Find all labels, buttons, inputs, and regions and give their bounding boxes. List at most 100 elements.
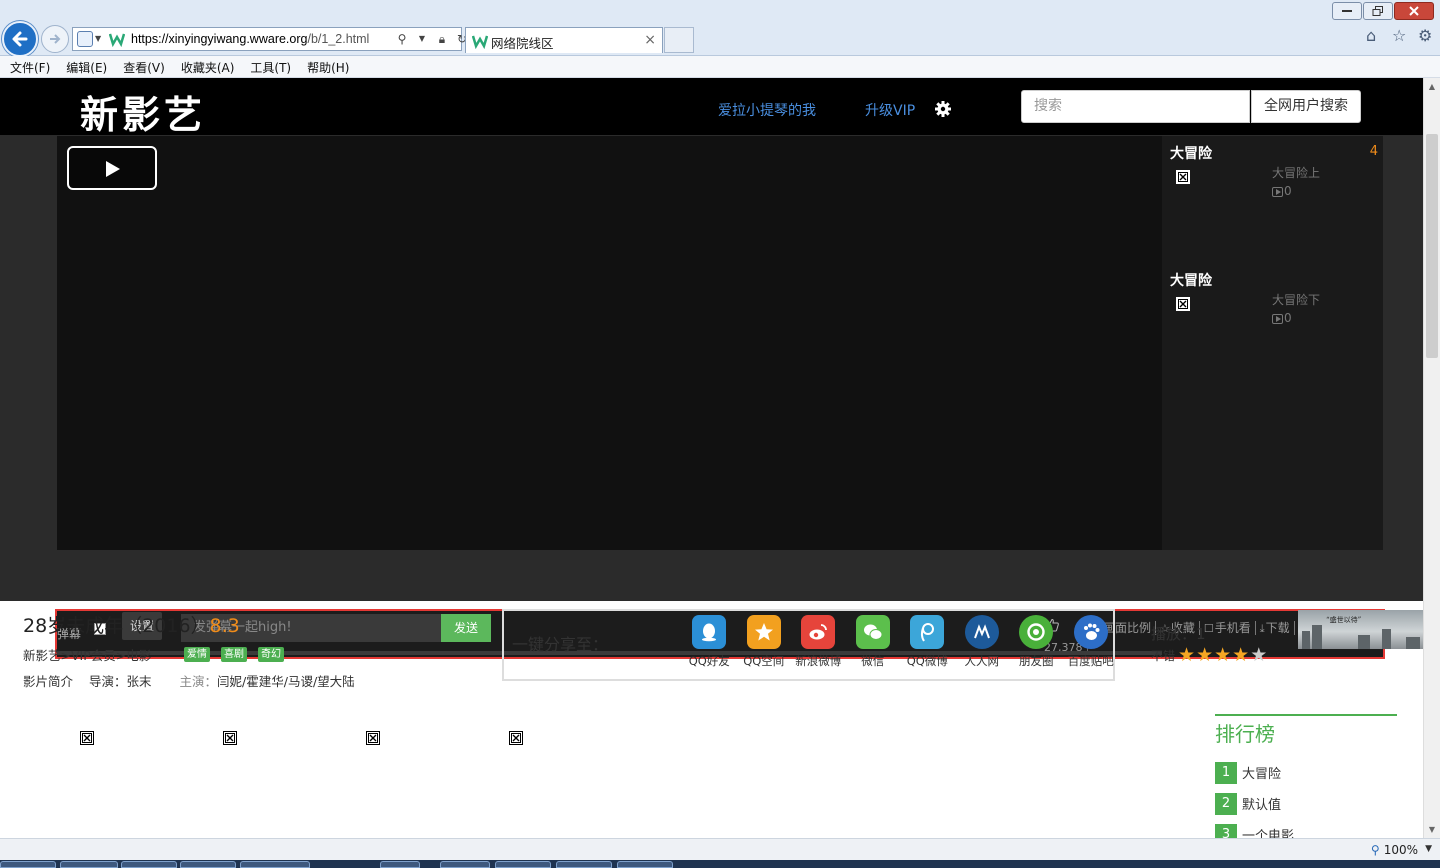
playlist-item-plays: 0	[1272, 311, 1292, 325]
broken-image-icon	[225, 733, 235, 743]
watch-on-phone-button[interactable]: ☐手机看	[1200, 621, 1256, 635]
compat-shield-icon[interactable]	[77, 31, 93, 47]
broken-image-icon[interactable]	[509, 731, 523, 745]
search-input[interactable]: 搜索	[1021, 90, 1250, 123]
menu-edit[interactable]: 编辑(E)	[66, 56, 115, 77]
share-moments[interactable]: 朋友圈	[1009, 615, 1064, 669]
share-qzone[interactable]: QQ空间	[737, 615, 792, 669]
zoom-control[interactable]: ⚲ 100%	[1371, 843, 1418, 857]
rank-name[interactable]: 默认值	[1242, 794, 1281, 813]
menu-favorites[interactable]: 收藏夹(A)	[181, 56, 243, 77]
star-filled-icon[interactable]: ★	[1214, 646, 1231, 665]
scroll-up-icon[interactable]: ▲	[1424, 78, 1440, 95]
genre-tag[interactable]: 爱情	[184, 647, 210, 662]
share-renren[interactable]: 人人网	[955, 615, 1010, 669]
lock-icon[interactable]: 🔒︎	[435, 32, 449, 46]
share-wechat[interactable]: 微信	[846, 615, 901, 669]
breadcrumb[interactable]: 新影艺>VIP会员>电影	[23, 645, 151, 664]
playlist-item-title[interactable]: 大冒险	[1170, 143, 1212, 163]
favorites-star-icon[interactable]: ☆	[1392, 28, 1408, 44]
search-icon[interactable]: ⚲	[395, 32, 409, 46]
new-tab-button[interactable]	[664, 27, 694, 53]
site-favicon-icon	[472, 35, 488, 49]
settings-gear-icon[interactable]: ⚙	[1418, 28, 1434, 44]
broken-image-icon[interactable]	[1176, 297, 1190, 311]
taskbar-app-button[interactable]	[495, 861, 551, 868]
menu-tools[interactable]: 工具(T)	[250, 56, 299, 77]
taskbar-app-button[interactable]	[617, 861, 673, 868]
rank-name[interactable]: 一个电影	[1242, 825, 1294, 838]
intro-link[interactable]: 影片简介	[23, 674, 73, 689]
user-link[interactable]: 爱拉小提琴的我	[718, 100, 816, 120]
back-button[interactable]	[2, 21, 38, 57]
close-icon[interactable]: ×	[644, 32, 656, 48]
taskbar-app-button[interactable]	[180, 861, 236, 868]
close-icon	[1409, 6, 1419, 16]
danmaku-send-button[interactable]: 发送	[441, 614, 491, 642]
rank-number: 2	[1215, 792, 1237, 815]
home-icon[interactable]: ⌂	[1366, 28, 1382, 44]
chevron-down-icon[interactable]: ▼	[95, 34, 101, 43]
address-bar[interactable]: ▼ https://xinyingyiwang.wware.org/b/1_2.…	[72, 27, 467, 51]
genre-tag[interactable]: 奇幻	[258, 647, 284, 662]
forward-button[interactable]	[41, 25, 69, 53]
video-player[interactable]	[57, 136, 1162, 550]
ranking-item[interactable]: 3 一个电影	[1215, 819, 1397, 838]
menu-file[interactable]: 文件(F)	[10, 56, 58, 77]
share-sina-weibo[interactable]: 新浪微博	[791, 615, 846, 669]
broken-image-icon[interactable]	[366, 731, 380, 745]
play-icon	[106, 161, 120, 177]
ad-building	[1302, 631, 1310, 649]
close-window-button[interactable]	[1394, 2, 1434, 20]
ranking-item[interactable]: 1 大冒险	[1215, 757, 1397, 788]
taskbar-app-button[interactable]	[60, 861, 118, 868]
broken-image-icon[interactable]	[1176, 170, 1190, 184]
renren-icon	[964, 615, 999, 649]
share-baidu-tieba[interactable]: 百度贴吧	[1064, 615, 1119, 669]
playlist-item[interactable]: 大冒险 大冒险上 0	[1170, 136, 1375, 236]
playlist-item-subtitle[interactable]: 大冒险下	[1272, 291, 1320, 308]
restore-button[interactable]	[1363, 2, 1393, 20]
scroll-thumb[interactable]	[1426, 134, 1438, 358]
tab-current[interactable]: 网络院线区 ×	[465, 27, 663, 53]
menu-help[interactable]: 帮助(H)	[307, 56, 357, 77]
share-qq-weibo[interactable]: QQ微博	[900, 615, 955, 669]
star-empty-icon[interactable]: ★	[1250, 646, 1267, 665]
rank-name[interactable]: 大冒险	[1242, 763, 1281, 782]
playlist-item-subtitle[interactable]: 大冒险上	[1272, 164, 1320, 181]
chevron-down-icon[interactable]: ▼	[415, 32, 429, 46]
taskbar-app-button[interactable]	[240, 861, 310, 868]
play-button[interactable]	[67, 146, 157, 190]
gear-icon[interactable]	[934, 100, 952, 118]
upgrade-vip-link[interactable]: 升级VIP	[865, 100, 915, 120]
star-filled-icon[interactable]: ★	[1232, 646, 1249, 665]
broken-image-icon[interactable]	[80, 731, 94, 745]
scroll-down-icon[interactable]: ▼	[1424, 821, 1440, 838]
ad-building	[1312, 625, 1322, 649]
broken-image-icon[interactable]	[223, 731, 237, 745]
taskbar-app-button[interactable]	[121, 861, 177, 868]
chevron-down-icon[interactable]: ▼	[1425, 844, 1432, 854]
url-text[interactable]: https://xinyingyiwang.wware.org/b/1_2.ht…	[131, 32, 369, 46]
playlist-item[interactable]: 大冒险 大冒险下 0	[1170, 263, 1375, 363]
cast: 闫妮/霍建华/马谡/望大陆	[217, 674, 355, 689]
page-scrollbar[interactable]: ▲ ▼	[1423, 78, 1440, 838]
genre-tag[interactable]: 喜剧	[221, 647, 247, 662]
star-filled-icon[interactable]: ★	[1196, 646, 1213, 665]
playlist-item-title[interactable]: 大冒险	[1170, 270, 1212, 290]
banner-ad[interactable]: “盛世以待”	[1298, 610, 1423, 649]
menu-view[interactable]: 查看(V)	[123, 56, 173, 77]
taskbar-app-button[interactable]	[440, 861, 490, 868]
star-filled-icon[interactable]: ★	[1178, 646, 1195, 665]
share-qq-friends[interactable]: QQ好友	[682, 615, 737, 669]
minimize-button[interactable]	[1332, 2, 1362, 20]
download-button[interactable]: ⤓下载	[1256, 621, 1295, 635]
ranking-item[interactable]: 2 默认值	[1215, 788, 1397, 819]
broken-image-icon	[82, 733, 92, 743]
taskbar-start-button[interactable]	[0, 861, 56, 868]
rating-stars[interactable]: ★ ★ ★ ★ ★	[1178, 646, 1267, 665]
site-logo[interactable]: 新影艺	[80, 84, 206, 139]
taskbar-app-button[interactable]	[556, 861, 612, 868]
site-search-button[interactable]: 全网用户搜索	[1251, 90, 1361, 123]
taskbar-app-button[interactable]	[380, 861, 420, 868]
